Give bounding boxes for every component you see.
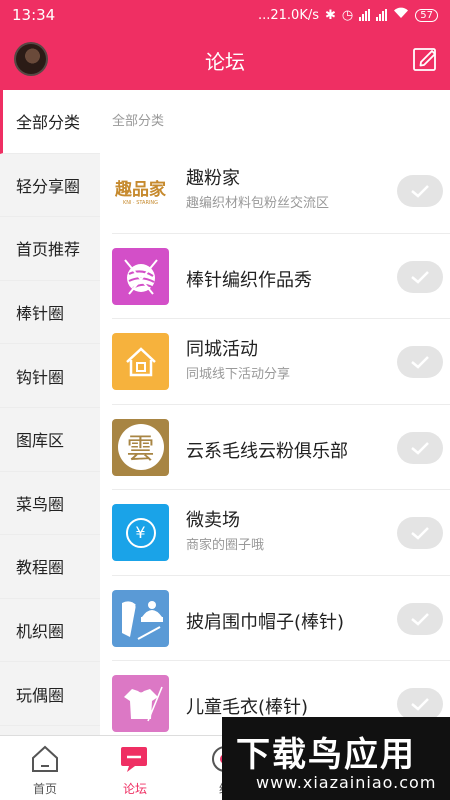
page-title: 论坛: [205, 49, 245, 74]
follow-toggle[interactable]: [397, 602, 443, 635]
category-sidebar: 全部分类 轻分享圈 首页推荐 棒针圈 钩针圈 图库区 菜鸟圈 教程圈 机织圈 玩…: [0, 90, 100, 735]
checkmark-icon: [411, 270, 429, 284]
sidebar-item-gallery[interactable]: 图库区: [0, 408, 100, 472]
bluetooth-icon: ✱: [325, 7, 336, 23]
checkmark-icon: [411, 441, 429, 455]
forum-name: 微卖场: [186, 510, 240, 531]
home-icon: [28, 742, 62, 776]
checkmark-icon: [411, 612, 429, 626]
forum-name: 云系毛线云粉俱乐部: [186, 440, 348, 462]
sidebar-item-all[interactable]: 全部分类: [0, 90, 100, 154]
avatar[interactable]: [14, 42, 48, 76]
checkmark-icon: [411, 698, 429, 711]
status-bar: 13:34 ...21.0K/s ✱ ◷ 57: [0, 0, 450, 30]
sidebar-item-tutorial[interactable]: 教程圈: [0, 535, 100, 599]
tab-label: 论坛: [122, 782, 147, 796]
forum-desc: 趣编织材料包粉丝交流区: [186, 196, 330, 211]
signal-icon: [359, 9, 371, 21]
follow-toggle[interactable]: [397, 175, 443, 207]
signal-hd-icon: [376, 9, 388, 21]
status-time: 13:34: [12, 6, 56, 24]
qufenjia-logo: 趣品家 KNI · STARING: [112, 162, 169, 219]
watermark-title: 下载鸟应用: [236, 735, 416, 775]
alarm-icon: ◷: [341, 7, 354, 23]
tab-home[interactable]: 首页: [0, 736, 90, 800]
sidebar-item-crochet[interactable]: 钩针圈: [0, 344, 100, 408]
sidebar-item-light-share[interactable]: 轻分享圈: [0, 154, 100, 218]
checkmark-icon: [411, 356, 429, 369]
yuan-coin-icon: ¥: [112, 504, 169, 561]
sidebar-item-label: 菜鸟圈: [16, 494, 65, 514]
kids-sweater-icon: [112, 675, 169, 732]
forum-item-micro-market[interactable]: ¥ 微卖场 商家的圈子哦: [112, 490, 450, 576]
app-header: 论坛: [0, 30, 450, 90]
edit-post-button[interactable]: [412, 46, 438, 72]
forum-name: 棒针编织作品秀: [186, 269, 312, 291]
scarf-hat-icon: [112, 589, 169, 647]
sidebar-item-beginner[interactable]: 菜鸟圈: [0, 472, 100, 536]
follow-toggle[interactable]: [397, 346, 443, 378]
sidebar-item-doll[interactable]: 玩偶圈: [0, 662, 100, 726]
tab-forum[interactable]: 论坛: [90, 736, 180, 800]
sidebar-item-label: 机织圈: [16, 622, 65, 642]
yarn-ball-icon: [112, 247, 169, 305]
sidebar-item-label: 玩偶圈: [16, 685, 65, 705]
sidebar-item-machine[interactable]: 机织圈: [0, 599, 100, 663]
sidebar-item-label: 轻分享圈: [16, 176, 81, 196]
forum-item-yunxi-club[interactable]: 雲 云系毛线云粉俱乐部: [112, 405, 450, 490]
forum-desc: 同城线下活动分享: [186, 367, 291, 382]
forum-item-shawl-scarf-hat[interactable]: 披肩围巾帽子(棒针): [112, 576, 450, 661]
network-speed: ...21.0K/s: [257, 7, 320, 23]
forum-name: 趣粉家: [186, 168, 240, 189]
watermark-banner: 下载鸟应用 www.xiazainiao.com: [222, 717, 450, 800]
battery-indicator: 57: [415, 8, 438, 22]
forum-item-qufenjia[interactable]: 趣品家 KNI · STARING 趣粉家 趣编织材料包粉丝交流区: [112, 148, 450, 234]
compose-icon: [413, 48, 436, 71]
sidebar-item-label: 钩针圈: [16, 367, 65, 387]
tab-label: 首页: [32, 782, 57, 796]
follow-toggle[interactable]: [397, 517, 443, 549]
forum-name: 儿童毛衣(棒针): [186, 697, 309, 718]
sidebar-item-label: 图库区: [16, 431, 65, 451]
sidebar-item-label: 教程圈: [16, 558, 65, 578]
forum-name: 披肩围巾帽子(棒针): [186, 611, 345, 633]
wifi-icon: [393, 7, 409, 23]
follow-toggle[interactable]: [397, 260, 443, 293]
sidebar-item-home-recommend[interactable]: 首页推荐: [0, 217, 100, 281]
sidebar-item-label: 全部分类: [16, 113, 81, 133]
house-icon: [112, 333, 169, 390]
follow-toggle[interactable]: [397, 688, 443, 720]
forum-chat-icon: [118, 742, 152, 776]
forum-desc: 商家的圈子哦: [186, 538, 265, 553]
forum-list-panel: 全部分类 趣品家 KNI · STARING 趣粉家 趣编织材料包粉丝交流区 棒…: [100, 90, 450, 735]
sidebar-item-label: 首页推荐: [16, 240, 81, 260]
status-icons: ...21.0K/s ✱ ◷ 57: [258, 7, 438, 23]
sidebar-item-label: 棒针圈: [16, 304, 65, 324]
forum-item-local-events[interactable]: 同城活动 同城线下活动分享: [112, 319, 450, 405]
forum-item-knitting-showcase[interactable]: 棒针编织作品秀: [112, 234, 450, 319]
checkmark-icon: [411, 527, 429, 540]
watermark-url: www.xiazainiao.com: [256, 773, 437, 792]
yunxi-logo: 雲: [112, 418, 169, 476]
section-label: 全部分类: [112, 114, 165, 129]
checkmark-icon: [411, 185, 429, 198]
forum-name: 同城活动: [186, 339, 258, 360]
follow-toggle[interactable]: [397, 431, 443, 464]
sidebar-item-knitting[interactable]: 棒针圈: [0, 281, 100, 345]
